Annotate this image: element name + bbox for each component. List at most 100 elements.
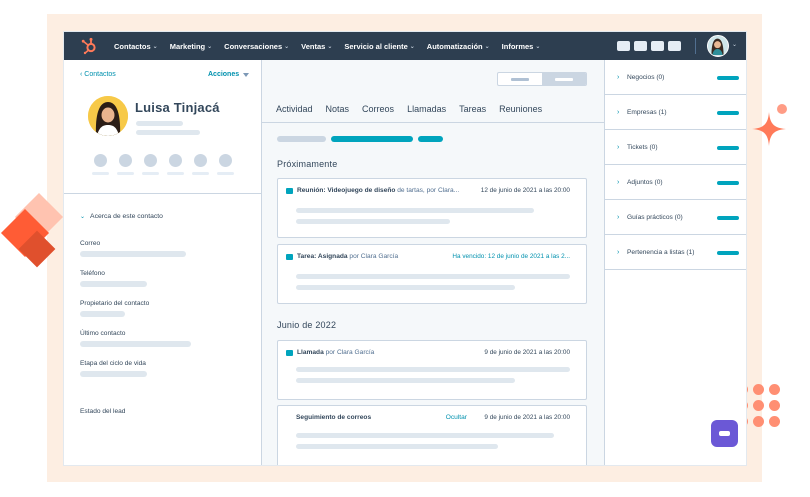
nav-item-label: Informes: [501, 41, 534, 51]
quick-action-note[interactable]: [92, 154, 109, 175]
meeting-icon: [286, 188, 293, 194]
section-divider: [64, 193, 262, 194]
contact-detail-placeholder: [136, 130, 200, 135]
chevron-right-icon: ›: [617, 214, 620, 221]
about-contact-toggle[interactable]: ⌄ Acerca de este contacto: [80, 213, 163, 220]
nav-item-ventas[interactable]: Ventas ⌄: [301, 42, 332, 51]
tab-actividad[interactable]: Actividad: [276, 104, 313, 114]
activity-body-placeholder: [296, 208, 534, 213]
nav-item-informes[interactable]: Informes ⌄: [502, 42, 541, 51]
activity-tabs: Actividad Notas Correos Llamadas Tareas …: [276, 104, 542, 114]
section-heading-upcoming: Próximamente: [277, 159, 338, 169]
quick-actions: [92, 154, 234, 175]
top-nav: Contactos ⌄ Marketing ⌄ Conversaciones ⌄ Ve…: [64, 32, 746, 60]
association-action-placeholder[interactable]: [717, 111, 739, 115]
association-row-companies[interactable]: › Empresas (1): [605, 95, 746, 130]
activity-card-meeting[interactable]: Reunión: Videojuego de diseño de tartas,…: [277, 178, 587, 238]
association-action-placeholder[interactable]: [717, 251, 739, 255]
view-toggle-option-active[interactable]: [542, 73, 586, 85]
association-label: Tickets (0): [627, 144, 658, 151]
quick-action-email[interactable]: [117, 154, 134, 175]
association-row-lists[interactable]: › Pertenencia a listas (1): [605, 235, 746, 270]
association-row-attachments[interactable]: › Adjuntos (0): [605, 165, 746, 200]
view-toggle-option[interactable]: [498, 73, 542, 85]
hide-link[interactable]: Ocultar: [446, 414, 467, 421]
quick-action-label-placeholder: [142, 172, 159, 175]
nav-item-marketing[interactable]: Marketing ⌄: [170, 42, 212, 51]
association-action-placeholder[interactable]: [717, 146, 739, 150]
quick-action-task[interactable]: [192, 154, 209, 175]
field-value-placeholder[interactable]: [80, 341, 191, 347]
nav-item-conversaciones[interactable]: Conversaciones ⌄: [224, 42, 289, 51]
association-label: Guías prácticos (0): [627, 214, 683, 221]
tab-llamadas[interactable]: Llamadas: [407, 104, 446, 114]
section-heading-june: Junio de 2022: [277, 320, 337, 330]
chevron-down-icon[interactable]: ⌄: [732, 41, 737, 48]
user-avatar[interactable]: [707, 35, 729, 57]
nav-item-servicio[interactable]: Servicio al cliente ⌄: [344, 42, 414, 51]
contact-avatar-icon: [88, 96, 128, 136]
field-label-email: Correo: [80, 240, 101, 247]
nav-utility-buttons: [617, 41, 681, 51]
filter-pill-active[interactable]: [331, 136, 413, 142]
nav-item-label: Automatización: [426, 41, 483, 51]
field-value-placeholder[interactable]: [80, 311, 125, 317]
chevron-right-icon: ›: [617, 109, 620, 116]
nav-item-contactos[interactable]: Contactos ⌄: [114, 42, 158, 51]
contact-name: Luisa Tinjacá: [135, 100, 220, 115]
nav-utility-button[interactable]: [651, 41, 664, 51]
association-row-playbooks[interactable]: › Guías prácticos (0): [605, 200, 746, 235]
field-value-placeholder[interactable]: [80, 251, 186, 257]
back-to-contacts-link[interactable]: ‹ Contactos: [80, 71, 116, 78]
activity-body-placeholder: [296, 378, 515, 383]
nav-item-automatizacion[interactable]: Automatización ⌄: [427, 42, 490, 51]
nav-divider: [695, 38, 696, 54]
tabs-divider: [262, 122, 604, 123]
tab-notas[interactable]: Notas: [326, 104, 350, 114]
association-label: Adjuntos (0): [627, 179, 663, 186]
nav-utility-button[interactable]: [634, 41, 647, 51]
tab-correos[interactable]: Correos: [362, 104, 394, 114]
actions-dropdown[interactable]: Acciones: [208, 71, 250, 78]
contact-detail-placeholder: [136, 121, 183, 126]
call-icon: [286, 350, 293, 356]
hubspot-logo-icon[interactable]: [80, 37, 98, 55]
back-link-label: Contactos: [84, 71, 116, 78]
nav-item-label: Conversaciones: [224, 41, 283, 51]
quick-action-call[interactable]: [142, 154, 159, 175]
nav-utility-button[interactable]: [668, 41, 681, 51]
activity-body-placeholder: [296, 274, 570, 279]
tab-reuniones[interactable]: Reuniones: [499, 104, 542, 114]
quick-action-label-placeholder: [167, 172, 184, 175]
activity-card-date: 12 de junio de 2021 a las 20:00: [480, 187, 570, 194]
quick-action-label-placeholder: [192, 172, 209, 175]
association-action-placeholder[interactable]: [717, 76, 739, 80]
association-action-placeholder[interactable]: [717, 181, 739, 185]
filter-pill-active[interactable]: [418, 136, 443, 142]
quick-action-meeting[interactable]: [217, 154, 234, 175]
activity-body-placeholder: [296, 285, 515, 290]
activity-card-date: 9 de junio de 2021 a las 20:00: [484, 349, 570, 356]
field-value-placeholder[interactable]: [80, 371, 147, 377]
quick-action-log[interactable]: [167, 154, 184, 175]
association-action-placeholder[interactable]: [717, 216, 739, 220]
filter-pill[interactable]: [277, 136, 326, 142]
view-toggle: [497, 72, 587, 86]
association-row-deals[interactable]: › Negocios (0): [605, 60, 746, 95]
activity-card-email-followup[interactable]: Seguimiento de correos Ocultar 9 de juni…: [277, 405, 587, 465]
tab-tareas[interactable]: Tareas: [459, 104, 486, 114]
activity-author-text: de tartas, por Clara...: [395, 187, 460, 194]
field-value-placeholder[interactable]: [80, 281, 147, 287]
field-label-last-contact: Último contacto: [80, 330, 126, 337]
association-label: Negocios (0): [627, 74, 665, 81]
chat-icon[interactable]: [711, 420, 738, 447]
quick-action-circle-icon: [94, 154, 107, 167]
activity-card-call[interactable]: Llamada por Clara García 9 de junio de 2…: [277, 340, 587, 400]
chevron-right-icon: ›: [617, 74, 620, 81]
quick-action-circle-icon: [219, 154, 232, 167]
association-row-tickets[interactable]: › Tickets (0): [605, 130, 746, 165]
activity-card-task[interactable]: Tarea: Asignada por Clara García Ha venc…: [277, 244, 587, 304]
nav-utility-button[interactable]: [617, 41, 630, 51]
decorative-dot: [753, 400, 764, 411]
activity-card-title: Tarea: Asignada por Clara García: [297, 253, 398, 260]
